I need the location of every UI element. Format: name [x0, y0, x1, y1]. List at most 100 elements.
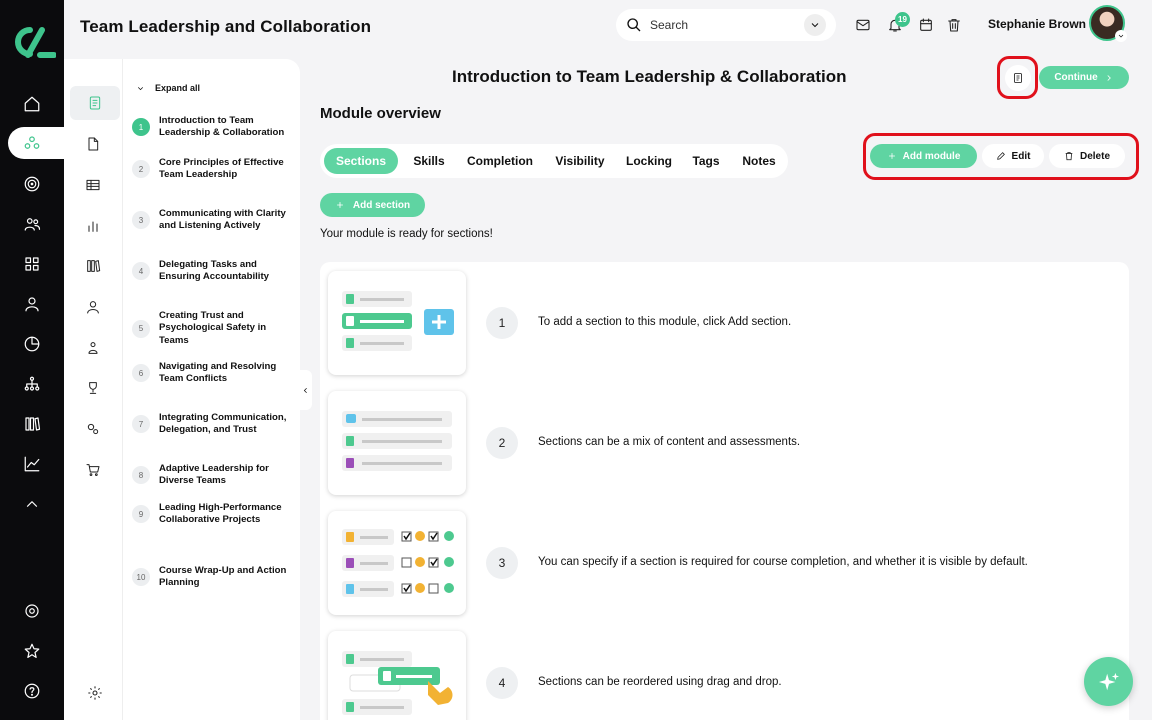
outline-tool-settings[interactable] — [80, 416, 106, 442]
users-icon[interactable] — [20, 212, 44, 236]
step-number: 1 — [486, 307, 518, 339]
main-nav-rail — [0, 0, 72, 720]
outline-tool-cart[interactable] — [80, 457, 106, 483]
app-title: Team Leadership and Collaboration — [80, 17, 372, 36]
trash-icon — [1065, 152, 1073, 161]
step-item: 3 You can specify if a section is requir… — [320, 511, 1129, 615]
courses-icon — [20, 131, 44, 155]
tab-skills[interactable]: Skills — [406, 148, 452, 174]
outline-tool-library[interactable] — [80, 253, 106, 279]
add-module-button[interactable]: Add module — [870, 144, 977, 168]
home-icon[interactable] — [20, 92, 44, 116]
org-chart-icon[interactable] — [20, 372, 44, 396]
notifications-badge: 19 — [895, 12, 910, 27]
module-number: 5 — [132, 319, 150, 338]
ready-message: Your module is ready for sections! — [320, 228, 493, 240]
step-text: Sections can be reordered using drag and… — [538, 676, 782, 688]
outline-tools-column — [64, 59, 123, 720]
step-illustration-options — [328, 511, 466, 615]
grid-icon[interactable] — [20, 252, 44, 276]
chevron-down-icon — [1118, 34, 1124, 38]
outline-module-item[interactable]: 8 Adaptive Leadership for Diverse Teams — [132, 463, 292, 488]
module-number: 7 — [132, 415, 150, 434]
edit-label: Edit — [1011, 150, 1031, 162]
delete-button[interactable]: Delete — [1049, 144, 1125, 168]
outline-tool-file[interactable] — [80, 131, 106, 157]
expand-all-label: Expand all — [155, 83, 201, 93]
search-box[interactable]: Search — [616, 9, 836, 41]
user-icon[interactable] — [20, 292, 44, 316]
pencil-icon — [996, 152, 1005, 160]
tab-locking[interactable]: Locking — [620, 148, 678, 174]
nav-courses-active[interactable] — [8, 127, 72, 159]
module-number: 9 — [132, 505, 150, 524]
outline-tool-instructor[interactable] — [80, 335, 106, 361]
tab-completion[interactable]: Completion — [462, 148, 538, 174]
plus-icon — [336, 202, 343, 208]
outline-tool-modules[interactable] — [70, 86, 120, 120]
chevron-up-icon[interactable] — [20, 492, 44, 516]
gears-icon — [87, 423, 99, 435]
trash-icon[interactable] — [946, 17, 962, 33]
search-icon — [627, 18, 641, 32]
module-number: 8 — [132, 466, 150, 485]
pie-chart-icon[interactable] — [20, 332, 44, 356]
star-icon[interactable] — [20, 639, 44, 663]
tab-visibility[interactable]: Visibility — [548, 148, 612, 174]
module-number: 3 — [132, 211, 150, 230]
document-icon — [1014, 73, 1022, 83]
chevron-down-icon — [811, 23, 819, 28]
outline-module-item[interactable]: 2 Core Principles of Effective Team Leade… — [132, 157, 292, 182]
continue-button[interactable]: Continue — [1039, 66, 1129, 89]
outline-tool-trophy[interactable] — [80, 375, 106, 401]
edit-button[interactable]: Edit — [982, 144, 1044, 168]
library-icon[interactable] — [20, 412, 44, 436]
section-heading: Module overview — [320, 105, 441, 122]
module-number: 6 — [132, 364, 150, 383]
instructor-icon — [88, 342, 98, 354]
outline-module-item[interactable]: 4 Delegating Tasks and Ensuring Accountab… — [132, 259, 292, 284]
outline-settings-button[interactable] — [87, 685, 105, 703]
outline-module-item[interactable]: 3 Communicating with Clarity and Listenin… — [132, 208, 292, 233]
brand-logo[interactable] — [8, 22, 57, 62]
course-outline-panel: Expand all 1 Introduction to Team Leaders… — [64, 59, 300, 720]
tab-sections[interactable]: Sections — [324, 148, 398, 174]
help-icon[interactable] — [20, 679, 44, 703]
mail-icon[interactable] — [855, 17, 871, 33]
module-title: Core Principles of Effective Team Leader… — [159, 157, 284, 181]
outline-module-item[interactable]: 1 Introduction to Team Leadership & Colla… — [132, 115, 292, 140]
outline-module-item[interactable]: 5 Creating Trust and Psychological Safety… — [132, 310, 292, 347]
delete-label: Delete — [1079, 150, 1110, 162]
outline-module-item[interactable]: 9 Leading High-Performance Collaborative … — [132, 502, 292, 527]
outline-module-item[interactable]: 6 Navigating and Resolving Team Conflicts — [132, 361, 292, 386]
outline-tool-chart[interactable] — [80, 213, 106, 239]
search-scope-dropdown[interactable] — [804, 14, 826, 36]
settings-icon[interactable] — [20, 599, 44, 623]
chevron-right-icon — [1107, 74, 1111, 81]
outline-module-item[interactable]: 10 Course Wrap-Up and Action Planning — [132, 565, 292, 590]
step-item: 1 To add a section to this module, click… — [320, 271, 1129, 375]
calendar-icon[interactable] — [918, 17, 934, 33]
outline-tool-user[interactable] — [80, 294, 106, 320]
user-menu-chevron[interactable] — [1115, 30, 1127, 42]
outline-tool-table[interactable] — [80, 172, 106, 198]
module-title: Introduction to Team Leadership & Collab… — [159, 115, 285, 139]
notes-button[interactable] — [1005, 65, 1031, 91]
search-input[interactable]: Search — [650, 18, 796, 32]
target-icon[interactable] — [20, 172, 44, 196]
module-number: 2 — [132, 160, 150, 179]
table-icon — [86, 179, 100, 191]
tab-notes[interactable]: Notes — [734, 148, 784, 174]
module-title: Navigating and Resolving Team Conflicts — [159, 361, 277, 385]
collapse-outline-button[interactable] — [298, 370, 312, 410]
add-section-button[interactable]: Add section — [320, 193, 425, 217]
module-title: Integrating Communication, Delegation, a… — [159, 412, 287, 436]
tab-tags[interactable]: Tags — [686, 148, 726, 174]
gear-icon — [88, 686, 102, 700]
expand-all-toggle[interactable]: Expand all — [136, 83, 200, 93]
analytics-icon[interactable] — [20, 452, 44, 476]
ai-assistant-button[interactable] — [1084, 657, 1133, 706]
module-tabs: Sections Skills Completion Visibility Lo… — [320, 144, 788, 178]
outline-module-item[interactable]: 7 Integrating Communication, Delegation, … — [132, 412, 292, 437]
user-name[interactable]: Stephanie Brown — [988, 17, 1086, 31]
